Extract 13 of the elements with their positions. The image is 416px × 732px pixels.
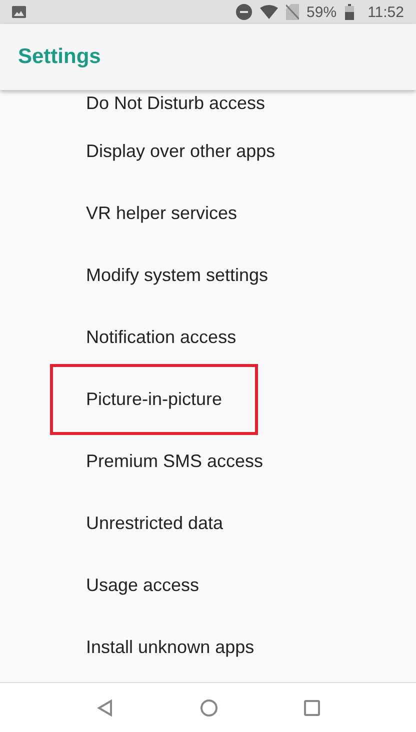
screen-title: Settings [18,45,101,69]
back-icon[interactable] [96,698,114,716]
settings-item[interactable]: Picture-in-picture [50,364,258,434]
wifi-icon [260,5,278,19]
settings-item[interactable]: Do Not Disturb access [50,90,302,117]
battery-percent: 59% [306,4,337,20]
home-icon[interactable] [200,698,218,716]
do-not-disturb-icon [236,4,252,20]
clock-time: 11:52 [368,4,404,20]
overview-icon[interactable] [304,700,320,716]
battery-icon [344,4,354,20]
image-icon [12,6,26,18]
no-sim-icon [286,4,299,20]
